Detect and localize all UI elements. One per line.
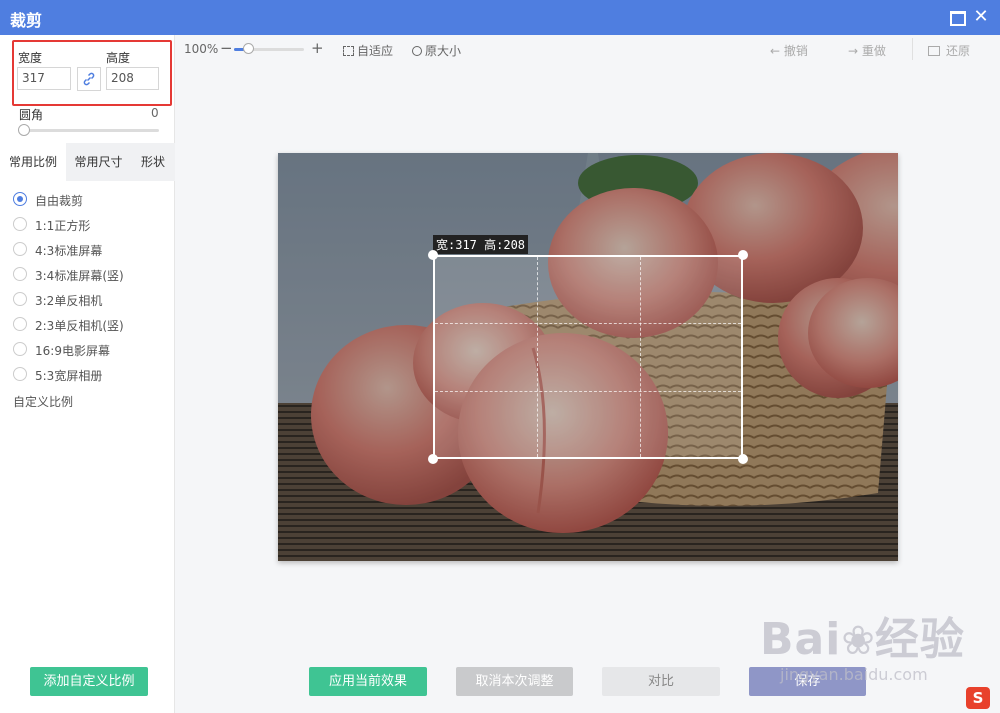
grid-line: [435, 391, 741, 392]
fit-button[interactable]: 自适应: [343, 42, 393, 59]
corner-label: 圆角: [19, 108, 44, 122]
crop-handle-bottom-left[interactable]: [428, 454, 438, 464]
close-icon[interactable]: ✕: [972, 8, 990, 26]
radio-button[interactable]: [13, 342, 27, 356]
image-icon: [928, 46, 940, 56]
sidebar: 宽度 高度 317 208 圆角 0 常用比例 常用尺寸 形状 自由裁剪 1:1…: [0, 35, 175, 713]
window-title: 裁剪: [10, 11, 43, 30]
sogou-ime-icon[interactable]: S: [966, 687, 990, 709]
tab-shape[interactable]: 形状: [131, 143, 175, 181]
crop-handle-top-right[interactable]: [738, 250, 748, 260]
toolbar-divider: [912, 38, 913, 60]
width-label: 宽度: [18, 51, 43, 65]
grid-line: [640, 257, 641, 457]
custom-ratio-link[interactable]: 自定义比例: [13, 393, 73, 410]
paw-icon: ❀: [841, 618, 875, 664]
restore-button[interactable]: 还原: [928, 42, 970, 59]
corner-slider-track[interactable]: [20, 129, 159, 132]
redo-arrow-icon: →: [848, 44, 862, 58]
radio-button[interactable]: [13, 242, 27, 256]
baidu-watermark: Bai❀经验 jingyan.baidu.com: [760, 614, 965, 684]
image-canvas[interactable]: 宽:317 高:208: [278, 153, 898, 561]
zoom-out-icon[interactable]: −: [220, 39, 233, 57]
fit-icon: [343, 46, 354, 56]
zoom-in-icon[interactable]: +: [311, 39, 324, 57]
link-icon: [83, 72, 95, 86]
crop-size-label: 宽:317 高:208: [433, 235, 529, 254]
maximize-icon[interactable]: [948, 8, 966, 26]
redo-button[interactable]: → 重做: [848, 42, 886, 59]
title-bar: 裁剪 ✕: [0, 0, 1000, 35]
radio-button[interactable]: [13, 192, 27, 206]
undo-button[interactable]: ← 撤销: [770, 42, 808, 59]
compare-button[interactable]: 对比: [602, 667, 720, 696]
add-custom-ratio-button[interactable]: 添加自定义比例: [30, 667, 148, 696]
toolbar: 100% − + 自适应 原大小 ← 撤销 → 重做 还原: [176, 35, 1000, 65]
height-input[interactable]: 208: [106, 67, 159, 90]
grid-line: [435, 323, 741, 324]
cancel-button[interactable]: 取消本次调整: [456, 667, 573, 696]
crop-box[interactable]: [433, 255, 743, 459]
height-label: 高度: [106, 51, 131, 65]
apply-button[interactable]: 应用当前效果: [309, 667, 427, 696]
original-size-button[interactable]: 原大小: [412, 42, 461, 59]
ratio-tabs: 常用比例 常用尺寸 形状: [0, 143, 175, 181]
lock-ratio-button[interactable]: [77, 67, 101, 91]
corner-value: 0: [151, 106, 159, 120]
radio-button[interactable]: [13, 367, 27, 381]
tab-common-ratio[interactable]: 常用比例: [0, 143, 66, 181]
zoom-percent: 100%: [184, 42, 219, 56]
radio-button[interactable]: [13, 317, 27, 331]
magnifier-icon: [412, 46, 422, 56]
corner-slider-handle[interactable]: [18, 124, 30, 136]
radio-button[interactable]: [13, 267, 27, 281]
crop-handle-top-left[interactable]: [428, 250, 438, 260]
width-input[interactable]: 317: [17, 67, 71, 90]
tab-common-size[interactable]: 常用尺寸: [66, 143, 131, 181]
radio-button[interactable]: [13, 217, 27, 231]
zoom-slider-handle[interactable]: [243, 43, 254, 54]
crop-handle-bottom-right[interactable]: [738, 454, 748, 464]
grid-line: [537, 257, 538, 457]
radio-button[interactable]: [13, 292, 27, 306]
undo-arrow-icon: ←: [770, 44, 784, 58]
